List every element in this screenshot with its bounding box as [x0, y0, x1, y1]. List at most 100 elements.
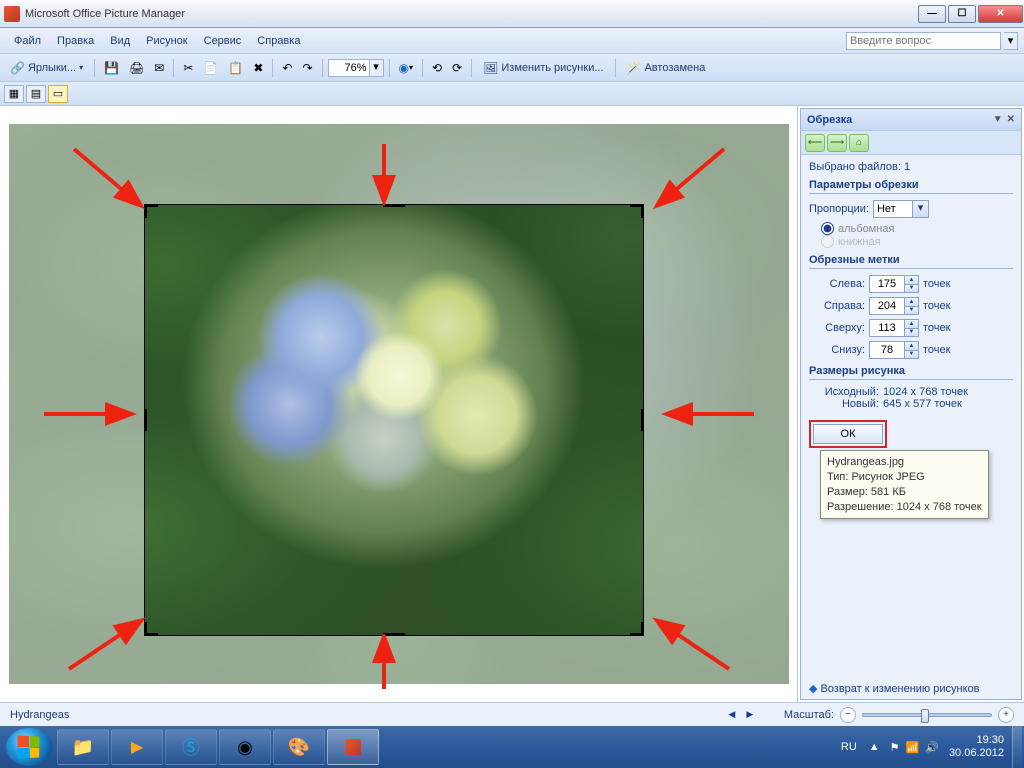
copy-icon: 📄	[203, 61, 218, 75]
redo-button[interactable]: ↷	[298, 58, 316, 78]
help-icon: ◉	[399, 61, 409, 75]
picture-manager-icon	[345, 739, 361, 755]
print-button[interactable]: 🖨	[125, 58, 148, 78]
zoom-out-button[interactable]: −	[840, 707, 856, 723]
crop-top-input[interactable]	[869, 319, 905, 337]
prev-picture-button[interactable]: ◀	[724, 707, 740, 723]
crop-right-input[interactable]	[869, 297, 905, 315]
window-minimize-button[interactable]	[918, 5, 946, 23]
paste-button[interactable]: 📋	[224, 58, 247, 78]
orient-landscape-radio[interactable]	[821, 222, 834, 235]
task-pane-close-button[interactable]: ✕	[1007, 114, 1015, 125]
nav-forward-button[interactable]: ⟶	[827, 134, 847, 152]
nav-home-button[interactable]: ⌂	[849, 134, 869, 152]
selected-files-info: Выбрано файлов: 1	[809, 161, 1013, 173]
tray-network-icon[interactable]: 📶	[906, 741, 920, 754]
redo-icon: ↷	[302, 61, 312, 75]
unit-label: точек	[923, 300, 950, 312]
menu-edit[interactable]: Правка	[49, 32, 102, 50]
taskbar-mediaplayer[interactable]: ▶	[111, 729, 163, 765]
start-button[interactable]	[6, 728, 52, 766]
undo-button[interactable]: ↶	[278, 58, 296, 78]
taskbar-explorer[interactable]: 📁	[57, 729, 109, 765]
crop-selection[interactable]	[144, 204, 644, 636]
orient-portrait-label: книжная	[838, 236, 881, 248]
taskbar-picture-manager[interactable]	[327, 729, 379, 765]
crop-left-down[interactable]: ▼	[905, 285, 918, 293]
zoom-input[interactable]	[328, 59, 370, 77]
ok-button[interactable]: ОК	[813, 424, 883, 444]
cut-button[interactable]: ✂	[179, 58, 197, 78]
zoom-combo: ▾	[328, 59, 384, 77]
zoom-in-button[interactable]: +	[998, 707, 1014, 723]
clock-date: 30.06.2012	[949, 747, 1004, 760]
taskbar-skype[interactable]: Ⓢ	[165, 729, 217, 765]
crop-top-down[interactable]: ▼	[905, 329, 918, 337]
task-pane-menu-button[interactable]: ▼	[993, 114, 1003, 125]
aspect-dropdown-arrow[interactable]: ▾	[913, 200, 929, 218]
zoom-slider[interactable]	[862, 713, 992, 717]
show-desktop-button[interactable]	[1012, 726, 1022, 768]
shortcuts-icon: 🔗	[10, 61, 25, 75]
crop-right-spinner: ▲▼	[869, 297, 919, 315]
menu-tools[interactable]: Сервис	[196, 32, 250, 50]
save-button[interactable]: 💾	[100, 58, 123, 78]
undo-icon: ↶	[282, 61, 292, 75]
crop-right-down[interactable]: ▼	[905, 307, 918, 315]
ask-question-input[interactable]	[846, 32, 1001, 50]
tray-expand-button[interactable]: ▲	[869, 741, 880, 753]
tooltip-filename: Hydrangeas.jpg	[827, 455, 982, 470]
help-button[interactable]: ◉▾	[395, 58, 418, 78]
back-link-label: Возврат к изменению рисунков	[820, 683, 979, 695]
task-pane-nav: ⟵ ⟶ ⌂	[801, 131, 1021, 155]
unit-label: точек	[923, 344, 950, 356]
next-picture-button[interactable]: ▶	[742, 707, 758, 723]
language-indicator[interactable]: RU	[839, 741, 859, 753]
window-close-button[interactable]	[978, 5, 1023, 23]
aspect-dropdown[interactable]: ▾	[873, 200, 929, 218]
taskbar-chrome[interactable]: ◉	[219, 729, 271, 765]
menu-picture[interactable]: Рисунок	[138, 32, 196, 50]
menu-file[interactable]: Файл	[6, 32, 49, 50]
crop-left-up[interactable]: ▲	[905, 276, 918, 285]
crop-left-input[interactable]	[869, 275, 905, 293]
rotate-left-button[interactable]: ⟲	[428, 58, 446, 78]
window-maximize-button[interactable]	[948, 5, 976, 23]
edit-pictures-icon: 🖼	[483, 61, 498, 75]
view-filmstrip-button[interactable]: ▤	[26, 85, 46, 103]
back-to-edit-link[interactable]: ◆ Возврат к изменению рисунков	[809, 682, 979, 695]
shortcuts-label: Ярлыки...	[28, 62, 76, 74]
view-single-button[interactable]: ▭	[48, 85, 68, 103]
aspect-value[interactable]	[873, 200, 913, 218]
image-canvas[interactable]	[0, 106, 798, 702]
nav-back-button[interactable]: ⟵	[805, 134, 825, 152]
edit-pictures-label: Изменить рисунки...	[501, 62, 603, 74]
crop-bottom-down[interactable]: ▼	[905, 351, 918, 359]
taskbar-paint[interactable]: 🎨	[273, 729, 325, 765]
rotate-right-button[interactable]: ⟳	[448, 58, 466, 78]
zoom-dropdown[interactable]: ▾	[370, 59, 384, 77]
crop-top-up[interactable]: ▲	[905, 320, 918, 329]
tray-flag-icon[interactable]: ⚑	[890, 741, 900, 754]
shortcuts-button[interactable]: 🔗Ярлыки...▾	[4, 58, 89, 78]
unit-label: точек	[923, 278, 950, 290]
ask-question-dropdown[interactable]: ▾	[1004, 32, 1018, 50]
edit-pictures-button[interactable]: 🖼Изменить рисунки...	[477, 58, 609, 78]
crop-bottom-input[interactable]	[869, 341, 905, 359]
zoom-slider-thumb[interactable]	[921, 709, 929, 723]
taskbar-clock[interactable]: 19:30 30.06.2012	[949, 734, 1004, 759]
view-thumbnails-button[interactable]: ▦	[4, 85, 24, 103]
crop-bottom-label: Снизу:	[809, 344, 865, 356]
tray-volume-icon[interactable]: 🔊	[925, 741, 939, 754]
crop-right-up[interactable]: ▲	[905, 298, 918, 307]
copy-button[interactable]: 📄	[199, 58, 222, 78]
delete-button[interactable]: ✖	[249, 58, 267, 78]
mail-button[interactable]: ✉	[150, 58, 168, 78]
tooltip-resolution: Разрешение: 1024 x 768 точек	[827, 500, 982, 515]
menu-help[interactable]: Справка	[249, 32, 308, 50]
crop-bottom-up[interactable]: ▲	[905, 342, 918, 351]
new-size-label: Новый:	[809, 398, 879, 410]
menu-view[interactable]: Вид	[102, 32, 138, 50]
auto-correct-button[interactable]: 🪄Автозамена	[621, 58, 712, 78]
main-toolbar: 🔗Ярлыки...▾ 💾 🖨 ✉ ✂ 📄 📋 ✖ ↶ ↷ ▾ ◉▾ ⟲ ⟳ 🖼…	[0, 54, 1024, 82]
